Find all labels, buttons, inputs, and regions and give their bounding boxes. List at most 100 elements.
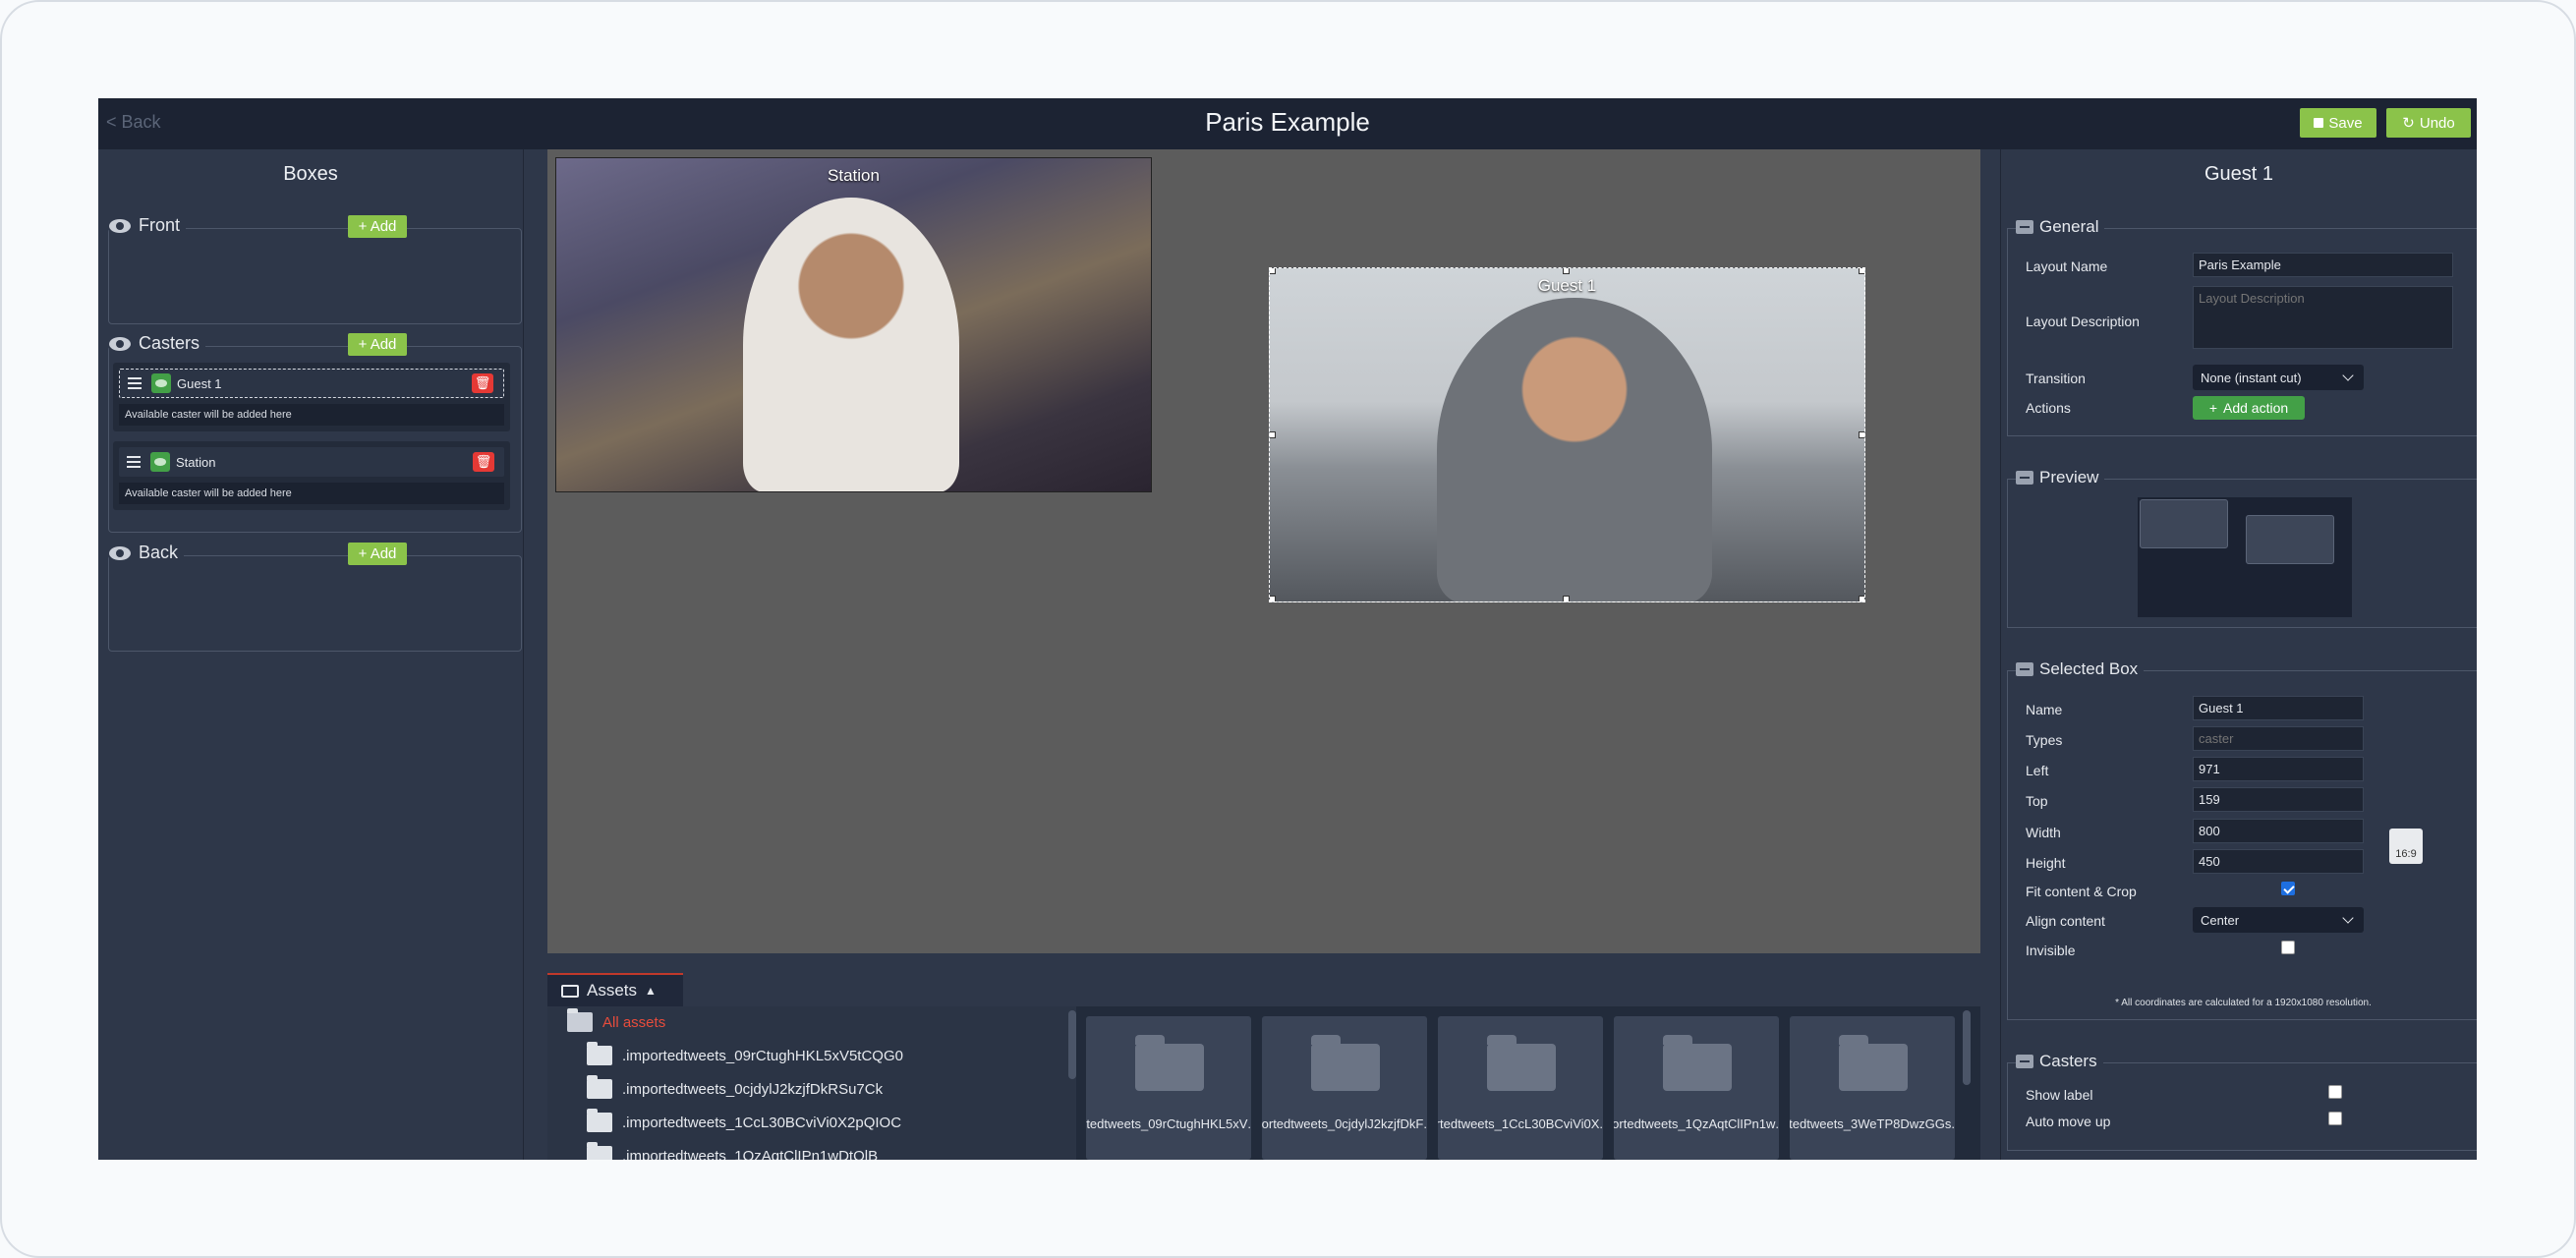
tree-item-label: .importedtweets_1CcL30BCviVi0X2pQIOC [622,1114,902,1131]
resize-handle[interactable] [1270,596,1276,601]
caster-name: Guest 1 [177,375,222,391]
app-window: < Back Paris Example Save ↻ Undo Boxes F… [98,98,2477,1160]
resize-handle[interactable] [1270,268,1276,274]
transition-label: Transition [2026,371,2086,386]
stage-box-station[interactable]: Station [555,157,1152,492]
tree-item[interactable]: .importedtweets_09rCtughHKL5xV5tCQG0 [587,1042,903,1065]
save-icon [2314,118,2324,128]
layout-description-label: Layout Description [2026,314,2140,329]
general-section: General Layout Name Layout Description T… [2007,217,2477,436]
caster-hint: Available caster will be added here [119,483,504,504]
fit-content-label: Fit content & Crop [2026,884,2137,899]
asset-folder-tile[interactable]: .importedtweets_3WeTP8DwzGGs [1790,1016,1955,1160]
add-action-label: Add action [2223,400,2289,416]
resize-handle[interactable] [1859,596,1864,601]
folder-icon [587,1075,612,1099]
tree-item-label: All assets [602,1013,666,1031]
add-front-button[interactable]: + Add [348,215,407,238]
tree-item[interactable]: .importedtweets_0cjdylJ2kzjfDkRSu7Ck [587,1075,883,1099]
actions-label: Actions [2026,400,2071,416]
inspector-title: Guest 1 [2204,163,2274,185]
collapse-icon[interactable] [2016,662,2033,676]
trash-icon[interactable]: 🗑 [473,452,494,472]
resize-handle[interactable] [1859,431,1864,438]
save-button[interactable]: Save [2300,108,2376,138]
layout-description-input[interactable] [2193,286,2453,349]
caster-row[interactable]: Station 🗑 [119,447,504,477]
caster-hint: Available caster will be added here [119,404,504,426]
add-caster-button[interactable]: + Add [348,333,407,356]
collapse-icon[interactable] [2016,471,2033,485]
show-label-checkbox[interactable] [2328,1085,2342,1099]
undo-button[interactable]: ↻ Undo [2386,108,2471,138]
caster-item-station[interactable]: Station 🗑 Available caster will be added… [113,441,510,510]
asset-folder-tile[interactable]: .importedtweets_1QzAqtClIPn1w [1614,1016,1779,1160]
resize-handle[interactable] [1563,268,1570,274]
drag-handle-icon[interactable] [128,377,142,389]
trash-icon[interactable]: 🗑 [472,373,493,393]
preview-section-header[interactable]: Preview [2016,468,2105,487]
asset-folder-tile[interactable]: .importedtweets_09rCtughHKL5xV [1086,1016,1251,1160]
assets-scrollbar[interactable] [1963,1010,1971,1085]
auto-move-up-checkbox[interactable] [2328,1112,2342,1125]
box-width-input[interactable] [2193,819,2364,843]
preview-box-station [2140,499,2228,548]
caster-video-guest-1 [1437,298,1712,601]
asset-folder-tile[interactable]: .importedtweets_0cjdylJ2kzjfDkF [1262,1016,1427,1160]
name-label: Name [2026,702,2063,717]
layout-canvas[interactable]: Station Guest 1 [547,149,1980,953]
visibility-toggle-icon[interactable] [151,373,171,393]
chevron-up-icon[interactable]: ▲ [645,984,657,998]
fit-content-checkbox[interactable] [2281,882,2295,895]
transition-select[interactable]: None (instant cut) [2193,365,2364,390]
selected-box-section-header[interactable]: Selected Box [2016,659,2145,679]
caster-row[interactable]: Guest 1 🗑 [119,369,504,398]
casters-section-header[interactable]: Casters [2016,1052,2103,1071]
eye-icon[interactable] [109,545,131,560]
eye-icon[interactable] [109,336,131,351]
box-height-input[interactable] [2193,849,2364,874]
caster-item-guest-1[interactable]: Guest 1 🗑 Available caster will be added… [113,363,510,431]
general-heading: General [2039,217,2099,236]
asset-folder-tile[interactable]: .importedtweets_1CcL30BCviVi0X [1438,1016,1603,1160]
visibility-toggle-icon[interactable] [150,452,170,472]
eye-icon[interactable] [109,218,131,233]
resize-handle[interactable] [1563,596,1570,601]
group-casters: Casters + Add Guest 1 🗑 Available caster… [108,333,522,533]
box-left-input[interactable] [2193,757,2364,781]
add-back-button[interactable]: + Add [348,543,407,565]
layout-name-input[interactable] [2193,253,2453,277]
box-top-input[interactable] [2193,787,2364,812]
collapse-icon[interactable] [2016,220,2033,234]
group-front-header: Front [109,215,187,236]
assets-browser: All assets .importedtweets_09rCtughHKL5x… [547,1006,1980,1160]
collapse-icon[interactable] [2016,1055,2033,1068]
align-content-select[interactable]: Center [2193,907,2364,933]
box-name-input[interactable] [2193,696,2364,720]
drag-handle-icon[interactable] [127,456,141,468]
aspect-ratio-lock-button[interactable]: 16:9 [2389,829,2423,864]
assets-tab[interactable]: Assets ▲ [547,973,683,1006]
resize-handle[interactable] [1859,268,1864,274]
asset-tile-label: .importedtweets_1QzAqtClIPn1w [1614,1116,1779,1131]
box-types-input[interactable] [2193,726,2364,751]
top-label: Top [2026,793,2048,809]
selected-box-heading: Selected Box [2039,659,2139,678]
tree-scrollbar[interactable] [1068,1010,1076,1079]
tree-item-label: .importedtweets_1QzAqtClIPn1wDtQlB [622,1147,879,1161]
top-bar: < Back Paris Example Save ↻ Undo [98,98,2477,149]
invisible-checkbox[interactable] [2281,941,2295,954]
save-button-label: Save [2328,114,2363,132]
tree-item-all-assets[interactable]: All assets [567,1008,666,1032]
resize-handle[interactable] [1270,431,1276,438]
stage-box-guest-1[interactable]: Guest 1 [1269,267,1865,602]
selected-box-section: Selected Box Name Types Left Top Width H… [2007,659,2477,1020]
tree-item[interactable]: .importedtweets_1QzAqtClIPn1wDtQlB [587,1142,879,1161]
tree-item[interactable]: .importedtweets_1CcL30BCviVi0X2pQIOC [587,1109,902,1132]
layout-name-label: Layout Name [2026,258,2108,274]
caster-name: Station [176,454,216,470]
general-section-header[interactable]: General [2016,217,2105,237]
width-label: Width [2026,825,2061,840]
add-action-button[interactable]: + Add action [2193,396,2305,420]
boxes-panel-title: Boxes [283,163,338,185]
